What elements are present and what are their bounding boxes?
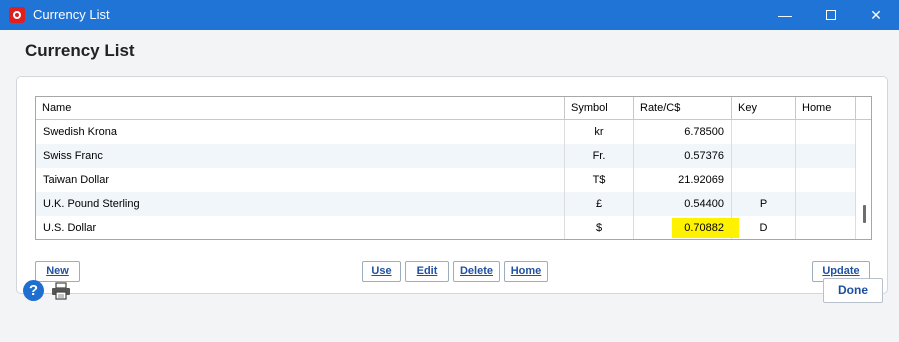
printer-icon[interactable] — [51, 282, 71, 300]
cell-name: U.S. Dollar — [36, 216, 565, 239]
cell-rate-editing[interactable]: 0.70882 — [634, 216, 739, 239]
cell-key: P — [732, 192, 796, 216]
cell-name: Swiss Franc — [36, 144, 565, 168]
cell-home — [796, 168, 856, 192]
cell-rate: 21.92069 — [634, 168, 732, 192]
column-header-home[interactable]: Home — [796, 97, 856, 119]
vertical-scrollbar[interactable] — [856, 120, 871, 239]
new-button[interactable]: New — [35, 261, 80, 282]
table-row[interactable]: U.K. Pound Sterling £ 0.54400 P — [36, 192, 856, 216]
cell-key — [732, 168, 796, 192]
title-bar: Currency List — ✕ — [0, 0, 899, 30]
edit-button[interactable]: Edit — [405, 261, 449, 282]
dialog-body: Currency List Name Symbol Rate/C$ Key Ho… — [0, 30, 899, 342]
cell-name: Swedish Krona — [36, 120, 565, 144]
done-button[interactable]: Done — [823, 278, 883, 303]
window-title: Currency List — [33, 7, 110, 22]
cell-rate: 0.54400 — [634, 192, 732, 216]
table-row[interactable]: Swiss Franc Fr. 0.57376 — [36, 144, 856, 168]
currency-table[interactable]: Name Symbol Rate/C$ Key Home Swedish Kro… — [35, 96, 872, 240]
delete-button[interactable]: Delete — [453, 261, 500, 282]
page-title: Currency List — [25, 41, 135, 60]
cell-rate: 6.78500 — [634, 120, 732, 144]
cell-home — [796, 216, 856, 239]
cell-key — [732, 144, 796, 168]
cell-symbol: kr — [565, 120, 634, 144]
cell-home — [796, 120, 856, 144]
table-row[interactable]: Swedish Krona kr 6.78500 — [36, 120, 856, 144]
cell-symbol: $ — [565, 216, 634, 239]
maximize-button[interactable] — [808, 0, 854, 30]
column-header-name[interactable]: Name — [36, 97, 565, 119]
table-row[interactable]: Taiwan Dollar T$ 21.92069 — [36, 168, 856, 192]
column-header-rate[interactable]: Rate/C$ — [634, 97, 732, 119]
help-icon[interactable]: ? — [23, 280, 44, 301]
cell-name: U.K. Pound Sterling — [36, 192, 565, 216]
table-row-selected[interactable]: U.S. Dollar $ 0.70882 D — [36, 216, 856, 239]
cell-symbol: Fr. — [565, 144, 634, 168]
close-button[interactable]: ✕ — [853, 0, 899, 30]
rate-value: 0.70882 — [684, 222, 724, 234]
cell-home — [796, 192, 856, 216]
home-button[interactable]: Home — [504, 261, 548, 282]
cell-home — [796, 144, 856, 168]
cell-key: D — [732, 216, 796, 239]
column-header-symbol[interactable]: Symbol — [565, 97, 634, 119]
currency-panel: Name Symbol Rate/C$ Key Home Swedish Kro… — [16, 76, 888, 294]
cell-symbol: T$ — [565, 168, 634, 192]
minimize-button[interactable]: — — [762, 0, 808, 30]
app-logo-icon — [9, 7, 25, 23]
cell-rate: 0.57376 — [634, 144, 732, 168]
scrollbar-thumb[interactable] — [863, 205, 866, 223]
maximize-icon — [826, 10, 836, 21]
table-header: Name Symbol Rate/C$ Key Home — [36, 97, 871, 120]
cell-key — [732, 120, 796, 144]
cell-name: Taiwan Dollar — [36, 168, 565, 192]
column-header-key[interactable]: Key — [732, 97, 796, 119]
use-button[interactable]: Use — [362, 261, 401, 282]
cell-symbol: £ — [565, 192, 634, 216]
